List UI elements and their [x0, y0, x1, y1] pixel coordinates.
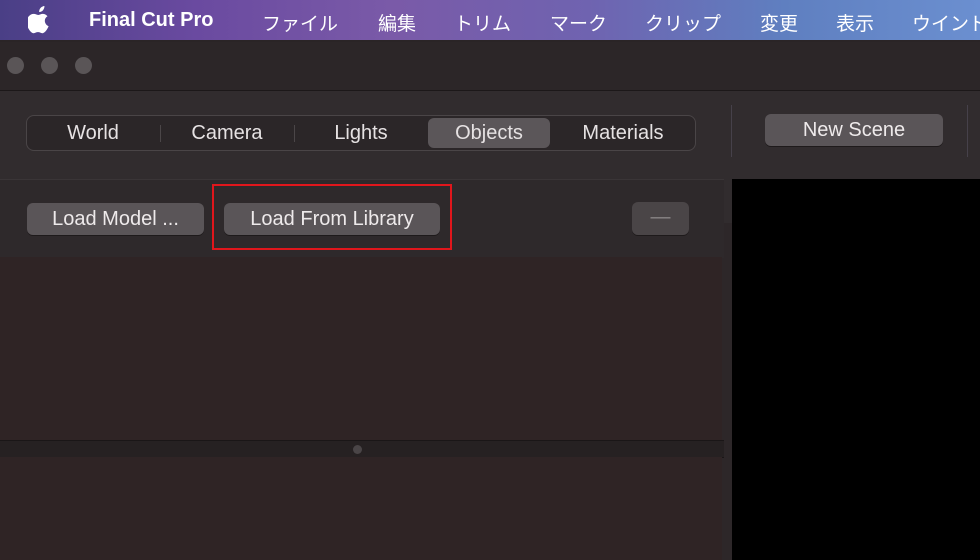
highlight-annotation	[212, 184, 452, 250]
objects-list[interactable]	[0, 257, 722, 440]
zoom-window-button[interactable]	[75, 57, 92, 74]
divider-handle-icon[interactable]	[353, 445, 362, 454]
tab-camera[interactable]: Camera	[161, 116, 293, 150]
new-scene-button[interactable]: New Scene	[765, 114, 943, 146]
menu-modify[interactable]: 変更	[760, 9, 798, 36]
menu-clip[interactable]: クリップ	[645, 9, 721, 36]
toolbar-divider	[967, 105, 968, 157]
toolbar-divider	[731, 105, 732, 157]
apple-icon[interactable]	[28, 6, 52, 34]
title-bar	[0, 42, 980, 91]
minimize-window-button[interactable]	[41, 57, 58, 74]
tab-world[interactable]: World	[27, 116, 159, 150]
remove-object-button[interactable]: —	[632, 202, 689, 235]
app-window: World Camera Lights Objects Materials Ne…	[0, 42, 980, 560]
menu-file[interactable]: ファイル	[262, 9, 338, 36]
load-model-button[interactable]: Load Model ...	[27, 203, 204, 235]
menu-edit[interactable]: 編集	[378, 9, 416, 36]
object-details-area[interactable]	[0, 457, 722, 560]
menu-view[interactable]: 表示	[836, 9, 874, 36]
menu-window[interactable]: ウインド	[912, 9, 980, 36]
tab-materials[interactable]: Materials	[553, 116, 693, 150]
menu-trim[interactable]: トリム	[454, 9, 511, 36]
tab-segmented-control: World Camera Lights Objects Materials	[26, 115, 696, 151]
close-window-button[interactable]	[7, 57, 24, 74]
app-name-menu[interactable]: Final Cut Pro	[89, 9, 213, 32]
tab-objects[interactable]: Objects	[428, 118, 550, 148]
split-view-divider[interactable]	[0, 440, 724, 458]
tab-lights[interactable]: Lights	[295, 116, 427, 150]
menu-mark[interactable]: マーク	[550, 9, 607, 36]
scene-viewport[interactable]	[732, 179, 980, 560]
menu-bar: Final Cut Pro ファイル 編集 トリム マーク クリップ 変更 表示…	[0, 0, 980, 40]
